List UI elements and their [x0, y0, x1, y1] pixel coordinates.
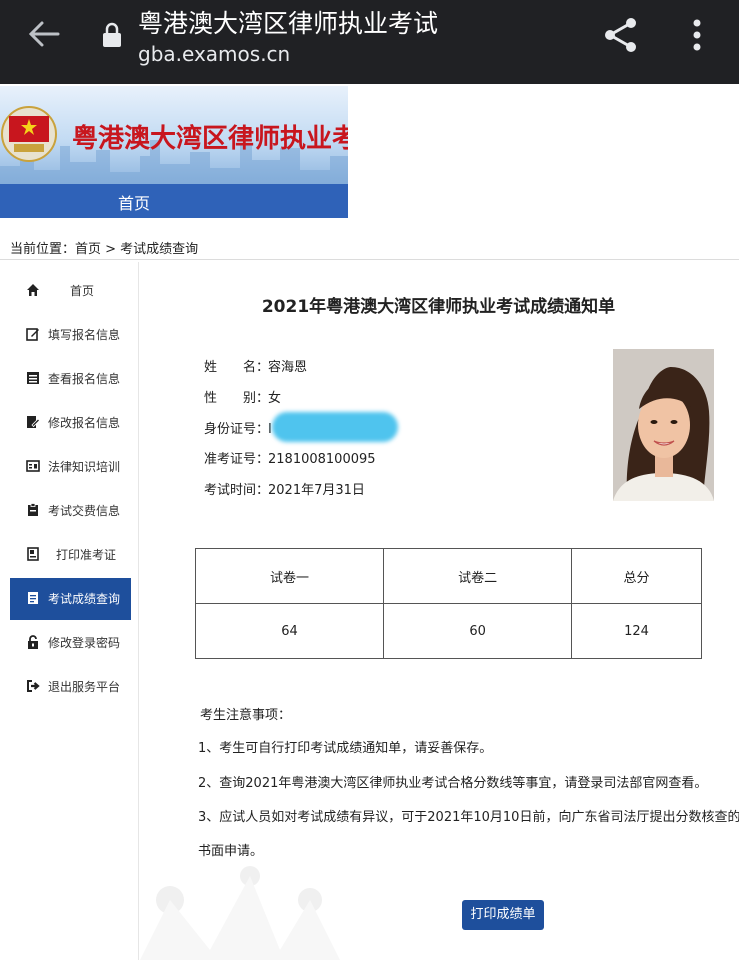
- table-row: 64 60 124: [194, 603, 702, 659]
- divider: [0, 259, 739, 260]
- gender-label: 性 别：: [204, 391, 270, 406]
- payment-icon: [28, 503, 38, 516]
- notice-title: 2021年粤港澳大湾区律师执业考试成绩通知单: [261, 297, 616, 317]
- sidebar-item-label: 查看报名信息: [48, 372, 121, 386]
- banner-image: 粤港澳大湾区律师执业考: [0, 86, 348, 184]
- note-item: 2、查询2021年粤港澳大湾区律师执业考试合格分数线等事宜，请登录司法部官网查看…: [198, 776, 708, 791]
- note-item: 书面申请。: [198, 844, 264, 859]
- sidebar-item-label: 退出服务平台: [48, 680, 121, 694]
- url-text[interactable]: gba.examos.cn: [138, 42, 290, 66]
- header-paper-two: 试卷二: [383, 548, 573, 604]
- note-item: 3、应试人员如对考试成绩有异议，可于2021年10月10日前，向广东省司法厅提出…: [198, 810, 739, 825]
- sidebar-item-payment-info[interactable]: 考试交费信息: [10, 490, 131, 532]
- name-label: 姓 名：: [204, 360, 270, 375]
- watermark-graphic: [140, 866, 340, 960]
- breadcrumb: 当前位置：首页 > 考试成绩查询: [10, 242, 199, 257]
- exam-date-label: 考试时间：: [204, 483, 270, 498]
- exam-date-value: 2021年7月31日: [268, 483, 365, 498]
- sidebar-item-print-admission[interactable]: 打印准考证: [10, 534, 131, 576]
- table-header-row: 试卷一 试卷二 总分: [194, 548, 702, 604]
- home-icon: [27, 284, 39, 296]
- score-paper-two: 60: [383, 603, 573, 659]
- sidebar-item-edit-registration[interactable]: 修改报名信息: [10, 402, 131, 444]
- sidebar-item-label: 修改登录密码: [48, 636, 121, 650]
- name-value: 容海恩: [268, 360, 308, 375]
- sidebar-item-score-query[interactable]: 考试成绩查询: [10, 578, 131, 620]
- score-total: 124: [571, 603, 702, 659]
- name-row: 姓 名：容海恩: [204, 356, 307, 375]
- back-arrow-icon[interactable]: [26, 16, 62, 52]
- training-icon: [26, 460, 40, 472]
- sidebar-item-legal-training[interactable]: 法律知识培训: [10, 446, 131, 488]
- id-label: 身份证号：: [204, 422, 270, 437]
- sidebar-item-label: 考试成绩查询: [48, 592, 121, 606]
- print-score-button[interactable]: 打印成绩单: [462, 900, 544, 930]
- header-paper-one: 试卷一: [194, 548, 385, 604]
- sidebar-item-view-registration[interactable]: 查看报名信息: [10, 358, 131, 400]
- id-row: 身份证号：I: [204, 418, 272, 437]
- sidebar-item-logout[interactable]: 退出服务平台: [10, 666, 131, 708]
- note-item: 1、考生可自行打印考试成绩通知单，请妥善保存。: [198, 741, 493, 756]
- score-icon: [28, 592, 38, 604]
- sidebar-item-change-password[interactable]: 修改登录密码: [10, 622, 131, 664]
- site-banner: 粤港澳大湾区律师执业考 首页: [0, 86, 348, 218]
- browser-toolbar: 粤港澳大湾区律师执业考试 gba.examos.cn: [0, 0, 739, 84]
- gender-value: 女: [268, 391, 282, 406]
- logout-icon: [27, 680, 40, 692]
- sidebar-item-label: 打印准考证: [56, 548, 117, 562]
- lock-icon: [28, 635, 38, 649]
- sidebar-item-home[interactable]: 首页: [10, 270, 131, 312]
- sidebar-item-label: 修改报名信息: [48, 416, 121, 430]
- sidebar: 首页 填写报名信息 查看报名信息 修改报名信息 法律知识培训 考试交费信息 打印…: [0, 262, 139, 960]
- id-card-icon: [27, 547, 39, 561]
- sidebar-item-label: 首页: [70, 284, 95, 298]
- header-total: 总分: [571, 548, 702, 604]
- lock-icon: [103, 22, 121, 47]
- share-icon[interactable]: [602, 16, 640, 54]
- candidate-photo: [613, 349, 714, 501]
- ticket-value: 2181008100095: [268, 452, 376, 467]
- sidebar-item-label: 考试交费信息: [48, 504, 121, 518]
- score-table: 试卷一 试卷二 总分 64 60 124: [194, 548, 702, 659]
- edit-form-icon: [26, 328, 39, 341]
- edit-doc-icon: [27, 416, 40, 428]
- sidebar-item-label: 填写报名信息: [48, 328, 121, 342]
- nav-home-tab[interactable]: 首页: [0, 184, 348, 218]
- notes-heading: 考生注意事项：: [200, 708, 292, 723]
- score-paper-one: 64: [194, 603, 385, 659]
- banner-title: 粤港澳大湾区律师执业考: [72, 124, 348, 154]
- exam-date-row: 考试时间：2021年7月31日: [204, 479, 365, 498]
- more-menu-icon[interactable]: [686, 16, 708, 54]
- ticket-label: 准考证号：: [204, 452, 270, 467]
- redaction-mark: [272, 412, 398, 442]
- gender-row: 性 别：女: [204, 387, 281, 406]
- list-icon: [27, 372, 39, 384]
- sidebar-item-fill-registration[interactable]: 填写报名信息: [10, 314, 131, 356]
- nav-home-label: 首页: [118, 194, 151, 213]
- sidebar-item-label: 法律知识培训: [48, 460, 121, 474]
- ticket-row: 准考证号：2181008100095: [204, 448, 376, 467]
- court-emblem-icon: [1, 106, 57, 162]
- page-title: 粤港澳大湾区律师执业考试: [138, 9, 439, 38]
